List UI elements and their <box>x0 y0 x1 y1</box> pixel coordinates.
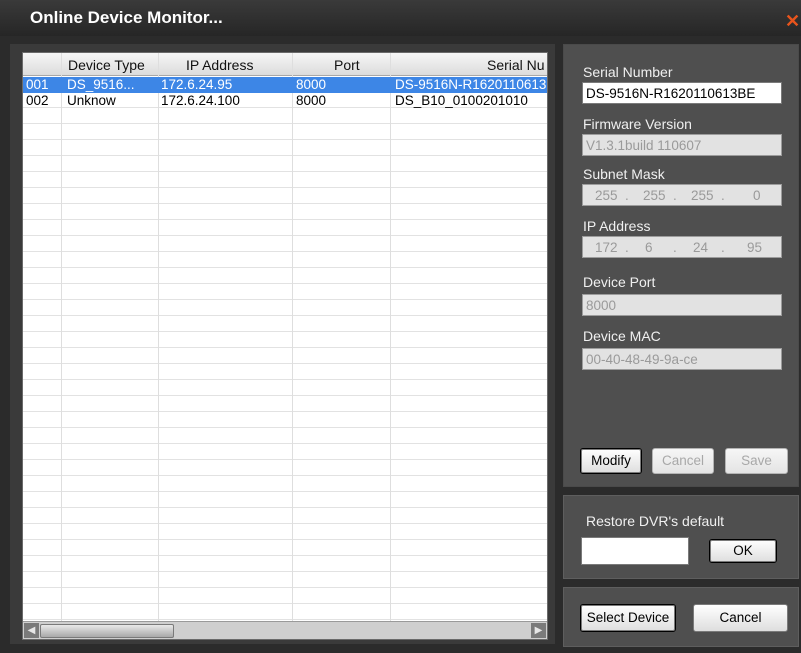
subnet-octet-4: 0 <box>753 188 761 203</box>
list-header: Device Type IP Address Port Serial Nu <box>23 53 547 76</box>
serial-number-field[interactable]: DS-9516N-R1620110613BE <box>582 82 782 104</box>
col-header-device-type[interactable]: Device Type <box>68 57 145 73</box>
cell-port: 8000 <box>296 93 327 108</box>
restore-code-input[interactable] <box>581 537 689 565</box>
firmware-version-label: Firmware Version <box>583 116 692 132</box>
cell-port: 8000 <box>296 77 327 92</box>
title-bar: Online Device Monitor... ✕ <box>0 0 801 36</box>
table-row[interactable]: 002 Unknow 172.6.24.100 8000 DS_B10_0100… <box>23 93 547 109</box>
online-device-monitor-window: Online Device Monitor... ✕ Device Type I… <box>0 0 801 653</box>
ip-octet-4: 95 <box>747 240 763 255</box>
device-port-label: Device Port <box>583 274 656 290</box>
cell-device-type: DS_9516... <box>67 77 135 92</box>
column-divider <box>390 53 391 621</box>
subnet-octet-1: 255 <box>595 188 618 203</box>
subnet-mask-label: Subnet Mask <box>583 166 665 182</box>
ip-octet-1: 172 <box>595 240 618 255</box>
device-list-frame: Device Type IP Address Port Serial Nu 00… <box>10 44 555 644</box>
list-rows <box>23 76 547 621</box>
arrow-right-icon[interactable]: ▶ <box>531 623 546 638</box>
ip-address-field: 172 . 6 . 24 . 95 <box>582 236 782 258</box>
column-divider <box>61 53 62 621</box>
column-divider <box>292 53 293 621</box>
serial-number-label: Serial Number <box>583 64 673 80</box>
cancel-modify-button[interactable]: Cancel <box>652 448 714 474</box>
device-mac-label: Device MAC <box>583 328 661 344</box>
ip-octet-3: 24 <box>693 240 709 255</box>
scrollbar-thumb[interactable] <box>40 624 174 638</box>
table-row[interactable]: 001 DS_9516... 172.6.24.95 8000 DS-9516N… <box>23 77 547 93</box>
cell-ip-address: 172.6.24.95 <box>161 77 233 92</box>
ip-address-label: IP Address <box>583 218 651 234</box>
modify-button[interactable]: Modify <box>580 448 642 474</box>
cancel-button[interactable]: Cancel <box>693 604 788 632</box>
col-header-port[interactable]: Port <box>334 57 360 73</box>
subnet-octet-3: 255 <box>691 188 714 203</box>
cell-device-type: Unknow <box>67 93 116 108</box>
firmware-version-field: V1.3.1build 110607 <box>582 134 782 156</box>
arrow-left-icon[interactable]: ◀ <box>24 623 39 638</box>
cell-serial-number: DS-9516N-R1620110613BE <box>395 77 547 92</box>
restore-default-label: Restore DVR's default <box>586 513 725 529</box>
cell-index: 002 <box>26 93 49 108</box>
device-mac-field: 00-40-48-49-9a-ce <box>582 348 782 370</box>
col-header-ip-address[interactable]: IP Address <box>186 57 253 73</box>
subnet-octet-2: 255 <box>643 188 666 203</box>
ok-button[interactable]: OK <box>709 539 777 563</box>
column-divider <box>158 53 159 621</box>
cell-ip-address: 172.6.24.100 <box>161 93 240 108</box>
restore-default-panel: Restore DVR's default OK <box>563 495 799 579</box>
save-button[interactable]: Save <box>725 448 788 474</box>
device-details-panel: Serial Number DS-9516N-R1620110613BE Fir… <box>563 44 799 487</box>
horizontal-scrollbar[interactable]: ◀ ▶ <box>23 621 547 639</box>
col-header-serial-number[interactable]: Serial Nu <box>487 57 545 73</box>
close-icon[interactable]: ✕ <box>785 10 801 32</box>
window-title: Online Device Monitor... <box>30 8 223 27</box>
subnet-mask-field: 255 . 255 . 255 . 0 <box>582 184 782 206</box>
ip-octet-2: 6 <box>645 240 653 255</box>
device-select-panel: Select Device Cancel <box>563 587 799 647</box>
device-list[interactable]: Device Type IP Address Port Serial Nu 00… <box>22 52 548 640</box>
cell-serial-number: DS_B10_0100201010 <box>395 93 528 108</box>
cell-index: 001 <box>26 77 49 92</box>
select-device-button[interactable]: Select Device <box>580 604 676 632</box>
device-port-field: 8000 <box>582 294 782 316</box>
